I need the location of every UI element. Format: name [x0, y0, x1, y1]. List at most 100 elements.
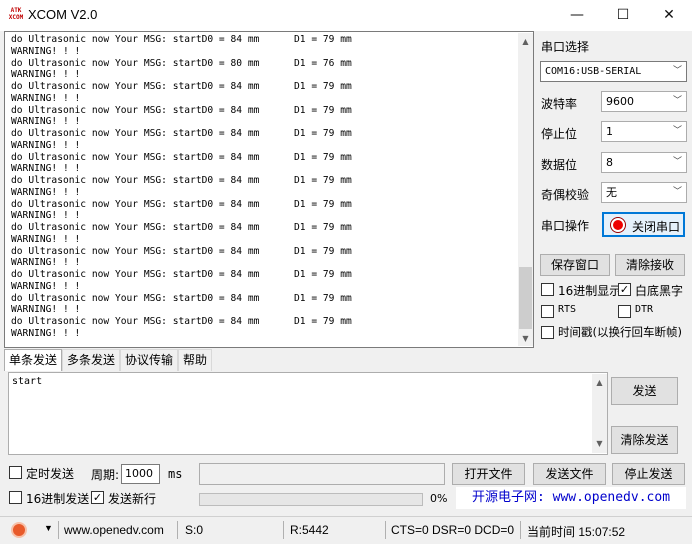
dtr-checkbox[interactable]: [618, 305, 631, 318]
scroll-up-icon[interactable]: ▲: [518, 35, 533, 49]
receive-line: do Ultrasonic now Your MSG: startD0 = 84…: [11, 175, 352, 186]
receive-line: do Ultrasonic now Your MSG: startD0 = 84…: [11, 104, 352, 116]
parity-value: 无: [606, 186, 617, 199]
timestamp-checkbox[interactable]: [541, 326, 554, 339]
chevron-down-icon: ﹀: [672, 66, 682, 76]
receive-line: do Ultrasonic now Your MSG: startD0 = 84…: [11, 198, 352, 210]
period-input[interactable]: 1000: [121, 464, 160, 484]
port-select[interactable]: COM16:USB-SERIAL ﹀: [540, 61, 687, 82]
stopbits-select[interactable]: 1 ﹀: [601, 121, 687, 142]
receive-scrollbar[interactable]: ▲ ▼: [518, 33, 533, 346]
send-newline-checkbox[interactable]: ✓: [91, 491, 104, 504]
status-logo-icon[interactable]: [11, 522, 27, 538]
checkmark-icon: ✓: [619, 283, 630, 296]
receive-line: WARNING! ! !: [11, 45, 81, 57]
receive-line: WARNING! ! !: [11, 233, 81, 245]
rts-checkbox[interactable]: [541, 305, 554, 318]
databits-value: 8: [606, 156, 613, 169]
receive-line: WARNING! ! !: [11, 327, 81, 339]
parity-select[interactable]: 无 ﹀: [601, 182, 687, 203]
status-separator: [520, 521, 521, 539]
minimize-button[interactable]: —: [554, 0, 600, 31]
dropdown-arrow-icon[interactable]: ▼: [44, 523, 53, 533]
hex-display-checkbox[interactable]: [541, 283, 554, 296]
receive-line: WARNING! ! !: [11, 139, 81, 151]
receive-line: WARNING! ! !: [11, 186, 81, 198]
save-window-button[interactable]: 保存窗口: [540, 254, 610, 276]
checkmark-icon: ✓: [92, 491, 103, 504]
title-bar[interactable]: ATK XCOM XCOM V2.0 — ☐ ✕: [0, 0, 692, 31]
timed-send-checkbox[interactable]: [9, 466, 22, 479]
receive-line: WARNING! ! !: [11, 116, 81, 128]
send-button[interactable]: 发送: [611, 377, 678, 405]
clear-send-button[interactable]: 清除发送: [611, 426, 678, 454]
chevron-down-icon: ﹀: [672, 157, 682, 167]
status-sent-count: S:0: [185, 523, 204, 537]
scroll-down-icon[interactable]: ▼: [518, 332, 533, 346]
close-port-button[interactable]: 关闭串口: [602, 212, 685, 237]
send-text: start: [12, 376, 43, 387]
baud-label: 波特率: [541, 97, 578, 111]
operation-label: 串口操作: [541, 219, 590, 233]
receive-line: WARNING! ! !: [11, 69, 81, 81]
tab-single-send[interactable]: 单条发送: [4, 349, 63, 371]
maximize-icon: ☐: [616, 7, 630, 23]
stopbits-label: 停止位: [541, 127, 578, 141]
scroll-thumb[interactable]: [519, 267, 532, 329]
tab-multi-send[interactable]: 多条发送: [62, 349, 121, 371]
status-separator: [177, 521, 178, 539]
hex-send-label: 16进制发送: [26, 492, 90, 506]
period-unit: ms: [168, 467, 183, 481]
app-logo-icon: ATK XCOM: [8, 7, 24, 23]
databits-select[interactable]: 8 ﹀: [601, 152, 687, 173]
receive-line: do Ultrasonic now Your MSG: startD0 = 84…: [11, 81, 352, 92]
tab-protocol[interactable]: 协议传输: [120, 349, 179, 371]
receive-line: do Ultrasonic now Your MSG: startD0 = 84…: [11, 34, 352, 45]
status-bar: ▼ www.openedv.com S:0 R:5442 CTS=0 DSR=0…: [0, 516, 692, 544]
rts-label: RTS: [558, 304, 577, 315]
chevron-down-icon: ﹀: [672, 96, 682, 106]
white-bg-checkbox[interactable]: ✓: [618, 283, 631, 296]
logo-text-bottom: XCOM: [8, 14, 24, 21]
send-scrollbar[interactable]: ▲ ▼: [592, 374, 607, 453]
receive-line: WARNING! ! !: [11, 210, 81, 222]
close-button[interactable]: ✕: [646, 0, 692, 31]
open-file-button[interactable]: 打开文件: [452, 463, 525, 485]
status-url[interactable]: www.openedv.com: [64, 523, 164, 537]
send-file-button[interactable]: 发送文件: [533, 463, 606, 485]
receive-line: do Ultrasonic now Your MSG: startD0 = 84…: [11, 151, 352, 163]
website-label: 开源电子网: www.openedv.com: [456, 487, 686, 509]
maximize-button[interactable]: ☐: [600, 0, 646, 31]
receive-text: do Ultrasonic now Your MSG: startD0 = 84…: [11, 34, 511, 344]
baud-value: 9600: [606, 95, 634, 108]
status-separator: [385, 521, 386, 539]
timed-send-label: 定时发送: [26, 467, 75, 481]
status-time: 当前时间 15:07:52: [527, 525, 626, 539]
scroll-up-icon[interactable]: ▲: [592, 376, 607, 390]
tab-help[interactable]: 帮助: [178, 349, 213, 371]
hex-send-checkbox[interactable]: [9, 491, 22, 504]
port-label: 串口选择: [541, 40, 590, 54]
stop-send-button[interactable]: 停止发送: [612, 463, 685, 485]
baud-select[interactable]: 9600 ﹀: [601, 91, 687, 112]
send-progress-bar: [199, 493, 423, 506]
receive-line: do Ultrasonic now Your MSG: startD0 = 84…: [11, 316, 352, 327]
file-path-input[interactable]: [199, 463, 445, 485]
status-separator: [283, 521, 284, 539]
scroll-down-icon[interactable]: ▼: [592, 437, 607, 451]
timestamp-label: 时间戳(以换行回车断帧): [558, 325, 682, 339]
receive-line: WARNING! ! !: [11, 92, 81, 104]
clear-receive-button[interactable]: 清除接收: [615, 254, 685, 276]
receive-line: do Ultrasonic now Your MSG: startD0 = 84…: [11, 269, 352, 280]
status-received-count: R:5442: [290, 523, 329, 537]
receive-line: do Ultrasonic now Your MSG: startD0 = 80…: [11, 57, 352, 69]
chevron-down-icon: ﹀: [672, 126, 682, 136]
logo-text-top: ATK: [10, 7, 22, 14]
send-input[interactable]: start ▲ ▼: [8, 372, 608, 455]
receive-line: WARNING! ! !: [11, 280, 81, 292]
parity-label: 奇偶校验: [541, 188, 590, 202]
stopbits-value: 1: [606, 125, 613, 138]
receive-line: WARNING! ! !: [11, 304, 81, 316]
receive-area[interactable]: do Ultrasonic now Your MSG: startD0 = 84…: [4, 31, 534, 348]
hex-display-label: 16进制显示: [558, 284, 622, 298]
